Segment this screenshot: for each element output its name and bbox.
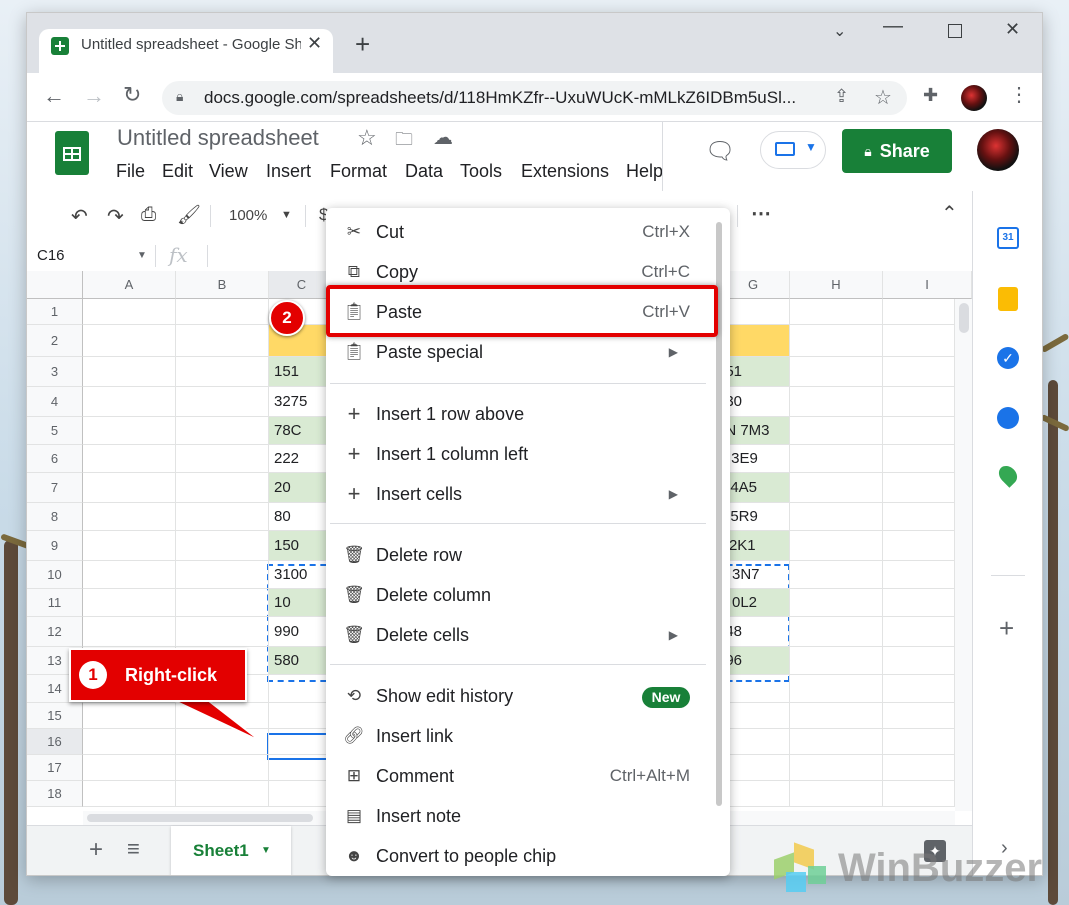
step-1-number: 1 xyxy=(88,665,98,684)
callout-pointer xyxy=(159,693,263,743)
step-1-badge: 1 xyxy=(79,661,107,689)
step-1-label: Right-click xyxy=(125,664,218,685)
winbuzzer-logo xyxy=(768,842,832,900)
watermark-text: WinBuzzer xyxy=(838,846,1043,890)
right-click-callout: 1 Right-click xyxy=(69,648,247,702)
